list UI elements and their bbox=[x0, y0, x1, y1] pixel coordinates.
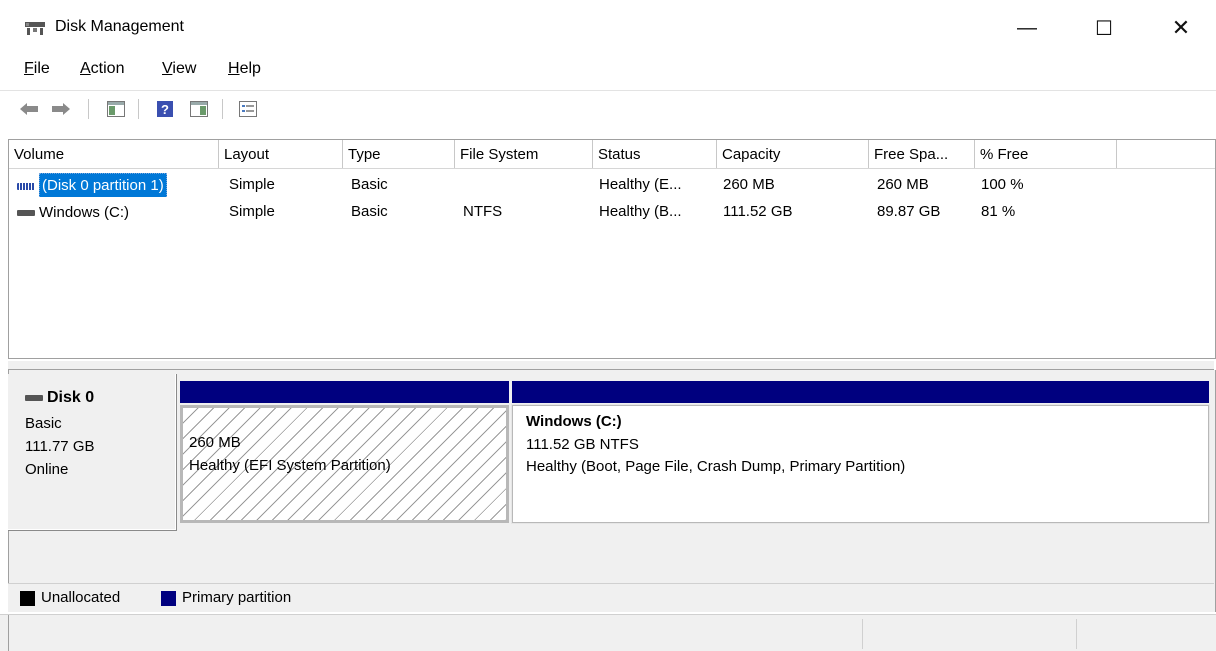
forward-button[interactable] bbox=[49, 97, 73, 121]
menu-view-accel: V bbox=[162, 60, 173, 77]
cell-percent-free: 81 % bbox=[981, 203, 1016, 220]
cell-capacity: 111.52 GB bbox=[723, 203, 793, 220]
partition-status: Healthy (EFI System Partition) bbox=[189, 457, 391, 474]
column-header-type[interactable]: Type bbox=[343, 140, 455, 168]
table-row[interactable]: Windows (C:) Simple Basic NTFS Healthy (… bbox=[9, 200, 1215, 224]
show-hide-action-pane-icon bbox=[190, 101, 208, 117]
column-header-file-system[interactable]: File System bbox=[455, 140, 593, 168]
partition-body: 260 MB Healthy (EFI System Partition) bbox=[180, 405, 509, 523]
title-bar: Disk Management — ☐ ✕ bbox=[0, 0, 1216, 58]
menu-view[interactable]: View bbox=[162, 60, 196, 78]
properties-icon bbox=[239, 101, 257, 117]
properties-button[interactable] bbox=[236, 97, 260, 121]
partition-windows-c[interactable]: Windows (C:) 111.52 GB NTFS Healthy (Boo… bbox=[511, 381, 1210, 524]
menu-file-label: ile bbox=[33, 60, 50, 77]
volume-name: (Disk 0 partition 1) bbox=[39, 173, 167, 197]
forward-arrow-icon bbox=[52, 103, 70, 115]
cell-type: Basic bbox=[351, 176, 388, 193]
pane-splitter[interactable] bbox=[8, 361, 1214, 370]
show-hide-console-tree-button[interactable] bbox=[104, 97, 128, 121]
toolbar-separator bbox=[138, 99, 139, 119]
back-button[interactable] bbox=[17, 97, 41, 121]
drive-icon bbox=[17, 210, 35, 216]
window-title: Disk Management bbox=[55, 18, 184, 35]
partition-size: 260 MB bbox=[189, 434, 241, 451]
disk-info-panel[interactable]: Disk 0 Basic 111.77 GB Online bbox=[8, 374, 177, 531]
cell-free-space: 89.87 GB bbox=[877, 203, 941, 220]
cell-capacity: 260 MB bbox=[723, 176, 775, 193]
volume-list: Volume Layout Type File System Status Ca… bbox=[8, 139, 1216, 359]
show-hide-console-tree-icon bbox=[107, 101, 125, 117]
show-hide-action-pane-button[interactable] bbox=[187, 97, 211, 121]
cell-free-space: 260 MB bbox=[877, 176, 929, 193]
minimize-icon: — bbox=[1017, 16, 1037, 39]
column-header-status[interactable]: Status bbox=[593, 140, 717, 168]
striped-volume-icon bbox=[17, 182, 35, 190]
close-button[interactable]: ✕ bbox=[1158, 8, 1204, 48]
disk-drive-icon bbox=[25, 395, 43, 401]
legend-swatch-unallocated bbox=[20, 591, 35, 606]
cell-file-system bbox=[459, 173, 593, 197]
partition-status: Healthy (Boot, Page File, Crash Dump, Pr… bbox=[526, 458, 906, 475]
maximize-button[interactable]: ☐ bbox=[1081, 8, 1127, 48]
close-icon: ✕ bbox=[1171, 15, 1191, 40]
legend-label-primary: Primary partition bbox=[182, 589, 292, 606]
legend: Unallocated Primary partition bbox=[8, 583, 1214, 612]
partition-size: 111.52 GB NTFS bbox=[526, 436, 639, 453]
menu-file-accel: F bbox=[24, 60, 34, 77]
minimize-button[interactable]: — bbox=[1004, 8, 1050, 48]
column-header-volume[interactable]: Volume bbox=[9, 140, 219, 168]
partition-efi[interactable]: 260 MB Healthy (EFI System Partition) bbox=[180, 381, 509, 523]
partition-body: Windows (C:) 111.52 GB NTFS Healthy (Boo… bbox=[511, 404, 1210, 524]
table-row[interactable]: (Disk 0 partition 1) Simple Basic Health… bbox=[9, 173, 1215, 197]
column-header-layout[interactable]: Layout bbox=[219, 140, 343, 168]
menu-file[interactable]: File bbox=[24, 60, 50, 78]
menu-action[interactable]: Action bbox=[80, 60, 124, 78]
menu-help-accel: H bbox=[228, 60, 240, 77]
disk-state: Online bbox=[25, 461, 69, 478]
disk-type: Basic bbox=[25, 415, 62, 432]
menu-action-label: ction bbox=[90, 60, 125, 77]
column-header-free-space[interactable]: Free Spa... bbox=[869, 140, 975, 168]
menu-help-label: elp bbox=[239, 60, 261, 77]
disk-size: 111.77 GB bbox=[25, 438, 95, 455]
volume-list-header: Volume Layout Type File System Status Ca… bbox=[9, 140, 1215, 169]
cell-layout: Simple bbox=[229, 176, 275, 193]
disk-management-icon bbox=[25, 22, 45, 35]
legend-swatch-primary bbox=[161, 591, 176, 606]
help-button[interactable]: ? bbox=[153, 97, 177, 121]
maximize-icon: ☐ bbox=[1095, 17, 1113, 40]
disk-name: Disk 0 bbox=[47, 389, 95, 406]
partition-label: Windows (C:) bbox=[526, 413, 622, 430]
partition-type-bar bbox=[512, 381, 1209, 403]
menu-action-accel: A bbox=[80, 60, 91, 77]
toolbar: ? bbox=[0, 90, 1216, 127]
cell-volume: Windows (C:) bbox=[13, 200, 219, 224]
menu-view-label: iew bbox=[172, 60, 197, 77]
status-separator bbox=[1076, 619, 1077, 649]
menu-bar: File Action View Help bbox=[0, 58, 1216, 84]
cell-file-system: NTFS bbox=[463, 203, 503, 220]
cell-status: Healthy (E... bbox=[599, 176, 682, 193]
disk-title: Disk 0 bbox=[25, 389, 94, 407]
toolbar-separator bbox=[88, 99, 89, 119]
back-arrow-icon bbox=[20, 103, 38, 115]
toolbar-separator bbox=[222, 99, 223, 119]
volume-name: Windows (C:) bbox=[39, 204, 130, 221]
column-header-percent-free[interactable]: % Free bbox=[975, 140, 1117, 168]
svg-text:?: ? bbox=[161, 102, 169, 117]
status-bar bbox=[0, 614, 1216, 651]
cell-volume: (Disk 0 partition 1) bbox=[13, 173, 219, 197]
help-icon: ? bbox=[157, 101, 173, 117]
cell-status: Healthy (B... bbox=[599, 203, 682, 220]
menu-help[interactable]: Help bbox=[228, 60, 261, 78]
column-header-capacity[interactable]: Capacity bbox=[717, 140, 869, 168]
status-separator bbox=[862, 619, 863, 649]
cell-layout: Simple bbox=[229, 203, 275, 220]
legend-label-unallocated: Unallocated bbox=[41, 589, 121, 606]
status-frame bbox=[8, 615, 9, 651]
cell-type: Basic bbox=[351, 203, 388, 220]
cell-percent-free: 100 % bbox=[981, 176, 1024, 193]
partition-type-bar bbox=[180, 381, 509, 403]
